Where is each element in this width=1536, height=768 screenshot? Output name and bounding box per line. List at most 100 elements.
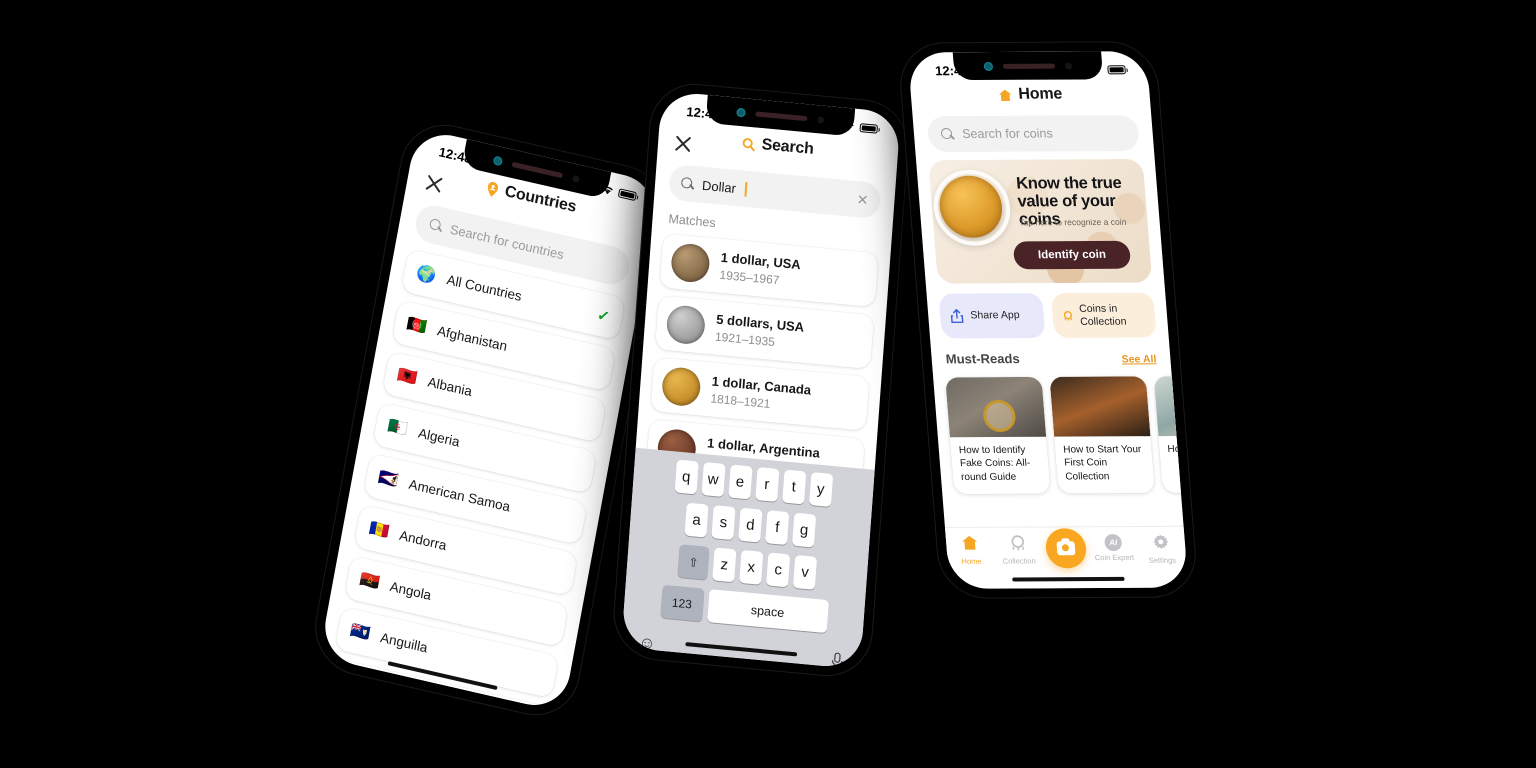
list-item-label: All Countries — [445, 272, 523, 304]
camera-icon — [1056, 541, 1076, 556]
key-f[interactable]: f — [765, 510, 790, 546]
close-icon[interactable] — [421, 170, 446, 197]
on-screen-keyboard[interactable]: q w e r t y a s d f g ⇧ z x c v 123 spac… — [621, 447, 875, 670]
key-q[interactable]: q — [674, 459, 699, 495]
list-item-label: American Samoa — [407, 476, 512, 515]
key-a[interactable]: a — [684, 502, 709, 538]
screenshot-stage: 12:48 Countries Search for countries 🌍 A… — [0, 0, 1536, 768]
countries-list[interactable]: 🌍 All Countries ✓ 🇦🇫 Afghanistan 🇦🇱 Alba… — [319, 248, 626, 713]
key-v[interactable]: v — [792, 554, 818, 590]
earpiece-speaker — [511, 161, 564, 178]
list-item-label: Albania — [426, 374, 474, 400]
key-t[interactable]: t — [781, 469, 806, 505]
share-icon — [950, 309, 964, 324]
list-item[interactable]: 1 dollar, Canada 1818–1921 — [650, 357, 870, 431]
search-input[interactable]: Search for coins — [926, 115, 1141, 153]
key-r[interactable]: r — [754, 466, 780, 502]
sensor-icon — [817, 115, 825, 124]
sensor-icon — [571, 174, 581, 183]
battery-icon — [1107, 64, 1126, 74]
list-item[interactable]: 🇦🇿 Azerbaijan — [319, 708, 541, 713]
article-card[interactable]: How to Identify Fake Coins: All-round Gu… — [945, 376, 1051, 495]
battery-icon — [859, 122, 879, 134]
list-item[interactable]: 1 dollar, USA 1935–1967 — [659, 233, 879, 308]
home-indicator — [1012, 576, 1125, 582]
must-reads-carousel[interactable]: How to Identify Fake Coins: All-round Gu… — [945, 375, 1189, 495]
front-camera-icon — [492, 155, 504, 166]
page-title: Home — [910, 85, 1150, 104]
key-x[interactable]: x — [739, 549, 764, 585]
key-y[interactable]: y — [808, 471, 833, 507]
search-input-value: Dollar — [701, 177, 737, 196]
flag-icon: 🇦🇫 — [405, 314, 429, 336]
earpiece-speaker — [1002, 63, 1056, 69]
key-w[interactable]: w — [700, 462, 726, 497]
home-icon — [999, 89, 1012, 101]
hero-subtext: Tap here to recognize a coin — [1018, 216, 1127, 228]
tab-collection-label: Collection — [1002, 556, 1037, 566]
list-item-label: Andorra — [398, 527, 448, 554]
tab-settings[interactable]: Settings — [1138, 534, 1185, 565]
numbers-key[interactable]: 123 — [659, 584, 705, 622]
key-g[interactable]: g — [791, 512, 817, 548]
hero-banner[interactable]: Know the true value of your coins Tap he… — [928, 158, 1153, 284]
coin-thumbnail — [660, 365, 702, 408]
article-card[interactable]: How to v a c — [1153, 375, 1189, 494]
coins-in-collection-label: Coins in Collection — [1078, 302, 1127, 328]
tab-camera[interactable] — [1043, 528, 1090, 569]
person-pin-icon — [487, 181, 499, 197]
close-icon[interactable] — [671, 132, 695, 156]
share-app-button[interactable]: Share App — [938, 293, 1045, 339]
share-app-label: Share App — [969, 309, 1021, 322]
tab-coin-expert-label: Coin Expert — [1094, 552, 1135, 563]
device-notch — [952, 51, 1104, 81]
article-title: How to Start Your First Coin Collection — [1062, 444, 1142, 483]
article-image — [1153, 375, 1189, 437]
flag-icon: 🇦🇴 — [358, 570, 381, 592]
shift-key[interactable]: ⇧ — [677, 544, 710, 580]
list-item-label: Anguilla — [379, 629, 429, 656]
flag-icon: 🇦🇲 — [339, 672, 362, 694]
magnifier-icon — [930, 169, 1014, 246]
flag-icon: 🇦🇩 — [367, 519, 391, 541]
check-icon: ✓ — [595, 306, 612, 326]
tab-collection[interactable]: Collection — [995, 534, 1042, 566]
key-e[interactable]: e — [727, 464, 753, 500]
tab-settings-label: Settings — [1148, 555, 1177, 565]
tab-coin-expert[interactable]: AI Coin Expert — [1091, 534, 1137, 562]
text-caret — [744, 181, 748, 197]
search-icon — [681, 176, 695, 190]
clear-icon[interactable]: ✕ — [856, 191, 869, 209]
flag-icon: 🇦🇮 — [348, 621, 372, 643]
search-icon — [429, 217, 444, 233]
collection-icon — [1009, 535, 1028, 555]
flag-icon: 🇦🇸 — [377, 468, 400, 490]
tab-home[interactable]: Home — [947, 535, 994, 566]
coins-in-collection-button[interactable]: Coins in Collection — [1050, 292, 1157, 339]
microphone-icon[interactable] — [830, 652, 844, 670]
identify-coin-button[interactable]: Identify coin — [1012, 240, 1132, 270]
key-c[interactable]: c — [765, 552, 791, 588]
camera-fab-button[interactable] — [1044, 528, 1088, 569]
key-s[interactable]: s — [711, 505, 736, 541]
space-key[interactable]: space — [706, 589, 829, 634]
flag-icon: 🇦🇱 — [396, 365, 419, 388]
page-title-text: Search — [761, 136, 815, 158]
key-d[interactable]: d — [738, 507, 763, 543]
list-item-label: Armenia — [369, 681, 422, 708]
article-card[interactable]: How to Start Your First Coin Collection — [1049, 376, 1155, 494]
home-icon — [961, 535, 980, 555]
section-header: Matches — [668, 211, 717, 231]
article-image — [1049, 376, 1151, 437]
front-camera-icon — [736, 107, 746, 117]
emoji-icon[interactable]: ☺ — [638, 633, 657, 655]
countries-screen: 12:48 Countries Search for countries 🌍 A… — [319, 127, 661, 713]
list-item[interactable]: 5 dollars, USA 1921–1935 — [654, 295, 875, 370]
tab-home-label: Home — [961, 556, 982, 566]
key-z[interactable]: z — [712, 547, 737, 583]
list-item-label: Angola — [388, 578, 433, 603]
see-all-link[interactable]: See All — [1121, 353, 1157, 365]
list-item-label: Afghanistan — [436, 323, 509, 354]
phone-countries: 12:48 Countries Search for countries 🌍 A… — [308, 116, 672, 724]
search-icon — [743, 137, 756, 151]
